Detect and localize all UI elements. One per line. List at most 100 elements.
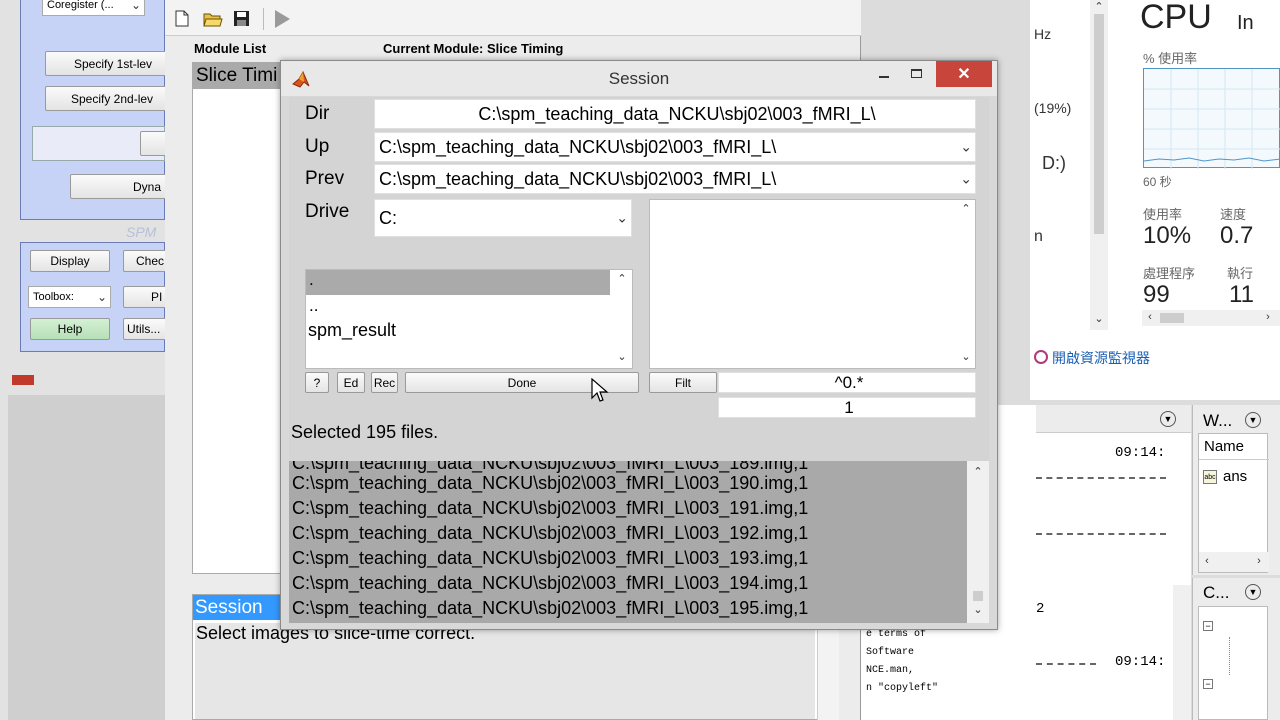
sixty-seconds-label: 60 秒	[1143, 175, 1172, 189]
speed-label: 速度	[1220, 207, 1247, 222]
selected-files-scrollbar[interactable]: ⌃ ⌄	[967, 461, 989, 623]
new-file-icon[interactable]	[175, 10, 189, 27]
time-label-1: 09:14:	[1115, 445, 1166, 461]
command-window-header: ▼	[1036, 405, 1191, 433]
scroll-thumb[interactable]	[973, 591, 983, 601]
scroll-left-icon[interactable]: ‹	[1142, 311, 1158, 323]
specify-2nd-level-button[interactable]: Specify 2nd-lev	[45, 86, 170, 111]
h-scroll-thumb[interactable]	[1160, 313, 1184, 323]
panel-menu-icon[interactable]: ▼	[1245, 412, 1261, 428]
dashed-line-1	[1036, 477, 1166, 479]
selected-file-item[interactable]: C:\spm_teaching_data_NCKU\sbj02\003_fMRI…	[292, 521, 808, 546]
directory-item[interactable]: ..	[309, 297, 318, 314]
maximize-icon[interactable]	[911, 69, 922, 78]
selected-file-item[interactable]: C:\spm_teaching_data_NCKU\sbj02\003_fMRI…	[292, 496, 808, 521]
dashed-line-3	[1036, 663, 1096, 665]
task-manager-window: Hz (19%) D:) n ⌃ ⌄ CPU In % 使用率 60 秒 使用率…	[1030, 0, 1280, 400]
scroll-up-icon[interactable]: ⌃	[958, 202, 974, 215]
toolbox-select[interactable]: Toolbox: ⌄	[28, 286, 111, 308]
divider	[263, 8, 264, 30]
recursive-button[interactable]: Rec	[371, 372, 398, 393]
selected-file-item[interactable]: C:\spm_teaching_data_NCKU\sbj02\003_fMRI…	[292, 471, 808, 496]
selection-status: Selected 195 files.	[291, 422, 439, 442]
number-2: 2	[1036, 601, 1045, 617]
time-label-2: 09:14:	[1115, 654, 1166, 670]
drive-value: C:	[379, 207, 397, 228]
panel-menu-icon[interactable]: ▼	[1245, 584, 1261, 600]
prev-label: Prev	[305, 168, 345, 189]
toolbox-select-label: Toolbox:	[33, 291, 74, 303]
spm-menu-window: Coregister (... ⌄ Specify 1st-lev Specif…	[0, 0, 170, 720]
dialog-title: Session	[608, 69, 670, 88]
cmd-line-3: n "copyleft"	[866, 683, 939, 694]
help-button[interactable]: Help	[30, 318, 110, 340]
processes-value: 99	[1143, 281, 1170, 308]
scroll-down-icon[interactable]: ⌄	[614, 350, 630, 363]
help-question-button[interactable]: ?	[305, 372, 329, 393]
mouse-cursor-icon	[591, 378, 609, 404]
chevron-down-icon: ⌄	[960, 170, 972, 187]
coregister-select[interactable]: Coregister (... ⌄	[42, 0, 145, 16]
close-button[interactable]: ✕	[936, 61, 992, 87]
hz-label: Hz	[1034, 26, 1052, 42]
directory-list[interactable]: . .. spm_result ⌃ ⌄	[305, 269, 633, 369]
left-scrollbar[interactable]: ⌃ ⌄	[1090, 0, 1108, 330]
drive-select[interactable]: C: ⌄	[374, 199, 632, 237]
filter-input[interactable]: ^0.*	[718, 372, 976, 393]
pf-button[interactable]: PI	[123, 286, 168, 308]
run-icon[interactable]	[273, 9, 291, 29]
open-folder-icon[interactable]	[203, 10, 223, 27]
selected-file-item[interactable]: C:\spm_teaching_data_NCKU\sbj02\003_fMRI…	[292, 571, 808, 596]
frames-input[interactable]: 1	[718, 397, 976, 418]
chevron-down-icon: ⌄	[130, 0, 141, 12]
chevron-down-icon: ⌄	[616, 209, 628, 226]
selected-files-list[interactable]: C:\spm_teaching_data_NCKU\sbj02\003_fMRI…	[289, 461, 989, 623]
command-history-panel: C... ▼ − −	[1192, 578, 1280, 720]
up-value: C:\spm_teaching_data_NCKU\sbj02\003_fMRI…	[379, 136, 777, 157]
minimize-icon[interactable]	[879, 76, 889, 78]
ans-variable[interactable]: ans	[1223, 468, 1247, 485]
utils-button[interactable]: Utils...	[123, 318, 168, 340]
prev-select[interactable]: C:\spm_teaching_data_NCKU\sbj02\003_fMRI…	[374, 164, 976, 194]
dashed-line-2	[1036, 533, 1166, 535]
ws-hscroll[interactable]: ‹ ›	[1199, 552, 1269, 572]
directory-item-selected[interactable]: .	[306, 270, 610, 295]
exec-label: 執行	[1227, 266, 1254, 281]
chevron-down-icon: ⌄	[960, 138, 972, 155]
scroll-up-icon[interactable]: ⌃	[614, 272, 630, 285]
matlab-vscroll[interactable]	[1173, 585, 1191, 720]
filter-button[interactable]: Filt	[649, 372, 717, 393]
directory-item[interactable]: spm_result	[308, 320, 396, 341]
save-icon[interactable]	[233, 10, 250, 27]
scroll-down-icon[interactable]: ⌄	[958, 350, 974, 363]
display-button[interactable]: Display	[30, 250, 110, 272]
up-select[interactable]: C:\spm_teaching_data_NCKU\sbj02\003_fMRI…	[374, 132, 976, 162]
panel-menu-icon[interactable]: ▼	[1160, 411, 1176, 427]
tree-node-icon[interactable]: −	[1203, 679, 1213, 689]
horizontal-scrollbar[interactable]: ‹ ›	[1142, 310, 1280, 326]
scroll-right-icon[interactable]: ›	[1260, 311, 1276, 323]
selected-file-item[interactable]: C:\spm_teaching_data_NCKU\sbj02\003_fMRI…	[292, 596, 808, 621]
specify-1st-level-button[interactable]: Specify 1st-lev	[45, 51, 170, 76]
help-text: Select images to slice-time correct.	[195, 623, 815, 719]
scroll-up-icon[interactable]: ⌃	[1091, 0, 1107, 13]
selected-file-item[interactable]: C:\spm_teaching_data_NCKU\sbj02\003_fMRI…	[292, 546, 808, 571]
check-button[interactable]: Chec	[123, 250, 168, 272]
edit-button[interactable]: Ed	[337, 372, 365, 393]
session-item[interactable]: Session	[193, 595, 283, 620]
dir-value: C:\spm_teaching_data_NCKU\sbj02\003_fMRI…	[478, 103, 876, 124]
file-list[interactable]: ⌃ ⌄	[649, 199, 976, 369]
tree-node-icon[interactable]: −	[1203, 621, 1213, 631]
scroll-down-icon[interactable]: ⌄	[1091, 312, 1107, 325]
resource-monitor-link[interactable]: 開啟資源監視器	[1052, 348, 1150, 368]
name-column-header[interactable]: Name	[1199, 434, 1269, 460]
scroll-up-icon[interactable]: ⌃	[970, 465, 986, 478]
scroll-thumb[interactable]	[1094, 14, 1104, 234]
workspace-table: Name abc ans ‹ ›	[1198, 433, 1269, 573]
directory-item-label: .	[309, 270, 314, 289]
scroll-down-icon[interactable]: ⌄	[970, 603, 986, 616]
scroll-right-icon[interactable]: ›	[1251, 555, 1267, 567]
scroll-left-icon[interactable]: ‹	[1199, 555, 1215, 567]
dynamic-button[interactable]: Dyna	[70, 174, 170, 199]
drive-label: Drive	[305, 201, 350, 222]
